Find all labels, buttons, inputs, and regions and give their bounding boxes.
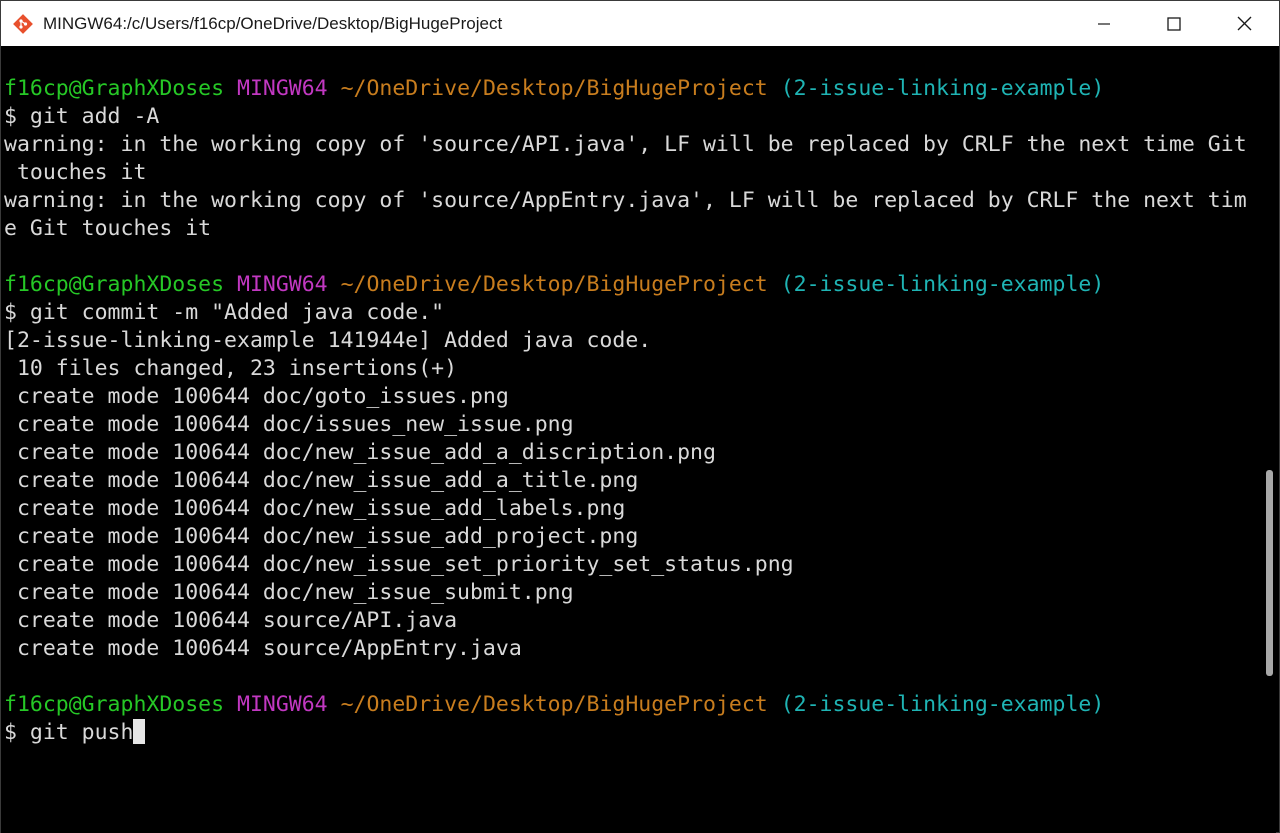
command-input[interactable]: $ git push <box>4 720 133 745</box>
output-line: create mode 100644 doc/new_issue_add_lab… <box>4 496 626 521</box>
prompt-system: MINGW64 <box>237 76 328 101</box>
output-line: warning: in the working copy of 'source/… <box>4 132 1247 157</box>
output-line: create mode 100644 doc/new_issue_set_pri… <box>4 552 794 577</box>
output-line: create mode 100644 source/API.java <box>4 608 458 633</box>
maximize-button[interactable] <box>1139 1 1209 46</box>
prompt-user: f16cp@GraphXDoses <box>4 76 225 101</box>
output-line: create mode 100644 doc/new_issue_add_pro… <box>4 524 639 549</box>
prompt-line: f16cp@GraphXDoses MINGW64 ~/OneDrive/Des… <box>4 271 1104 299</box>
terminal-window: MINGW64:/c/Users/f16cp/OneDrive/Desktop/… <box>0 0 1280 833</box>
minimize-icon <box>1098 22 1110 25</box>
close-button[interactable] <box>1209 1 1279 46</box>
scrollbar-thumb[interactable] <box>1266 470 1273 676</box>
title-bar[interactable]: MINGW64:/c/Users/f16cp/OneDrive/Desktop/… <box>1 1 1279 46</box>
output-line: $ git add -A <box>4 104 160 129</box>
output-line: 10 files changed, 23 insertions(+) <box>4 356 458 381</box>
terminal-output[interactable]: f16cp@GraphXDoses MINGW64 ~/OneDrive/Des… <box>1 47 1263 833</box>
maximize-icon <box>1167 16 1181 31</box>
prompt-line: f16cp@GraphXDoses MINGW64 ~/OneDrive/Des… <box>4 691 1104 719</box>
prompt-user: f16cp@GraphXDoses <box>4 692 225 717</box>
prompt-path: ~/OneDrive/Desktop/BigHugeProject <box>340 692 768 717</box>
output-line: create mode 100644 doc/new_issue_add_a_t… <box>4 468 639 493</box>
prompt-path: ~/OneDrive/Desktop/BigHugeProject <box>340 272 768 297</box>
prompt-branch: (2-issue-linking-example) <box>780 272 1105 297</box>
prompt-branch: (2-issue-linking-example) <box>780 692 1105 717</box>
prompt-path: ~/OneDrive/Desktop/BigHugeProject <box>340 76 768 101</box>
output-line: create mode 100644 doc/new_issue_add_a_d… <box>4 440 716 465</box>
prompt-system: MINGW64 <box>237 272 328 297</box>
output-line: create mode 100644 doc/issues_new_issue.… <box>4 412 574 437</box>
minimize-button[interactable] <box>1069 1 1139 46</box>
output-line: create mode 100644 source/AppEntry.java <box>4 636 522 661</box>
prompt-user: f16cp@GraphXDoses <box>4 272 225 297</box>
prompt-system: MINGW64 <box>237 692 328 717</box>
output-line: $ git commit -m "Added java code." <box>4 300 445 325</box>
output-line: warning: in the working copy of 'source/… <box>4 188 1247 213</box>
output-line: touches it <box>4 160 147 185</box>
window-controls <box>1069 1 1279 46</box>
vertical-scrollbar[interactable] <box>1262 47 1276 833</box>
prompt-line: f16cp@GraphXDoses MINGW64 ~/OneDrive/Des… <box>4 75 1104 103</box>
text-cursor <box>133 719 146 744</box>
window-title: MINGW64:/c/Users/f16cp/OneDrive/Desktop/… <box>43 13 503 33</box>
output-line: create mode 100644 doc/new_issue_submit.… <box>4 580 574 605</box>
git-icon <box>13 13 33 34</box>
output-line: [2-issue-linking-example 141944e] Added … <box>4 328 652 353</box>
output-line: create mode 100644 doc/goto_issues.png <box>4 384 509 409</box>
prompt-branch: (2-issue-linking-example) <box>780 76 1105 101</box>
output-line: e Git touches it <box>4 216 212 241</box>
command-input-line: $ git push <box>4 719 146 747</box>
close-icon <box>1237 16 1251 31</box>
